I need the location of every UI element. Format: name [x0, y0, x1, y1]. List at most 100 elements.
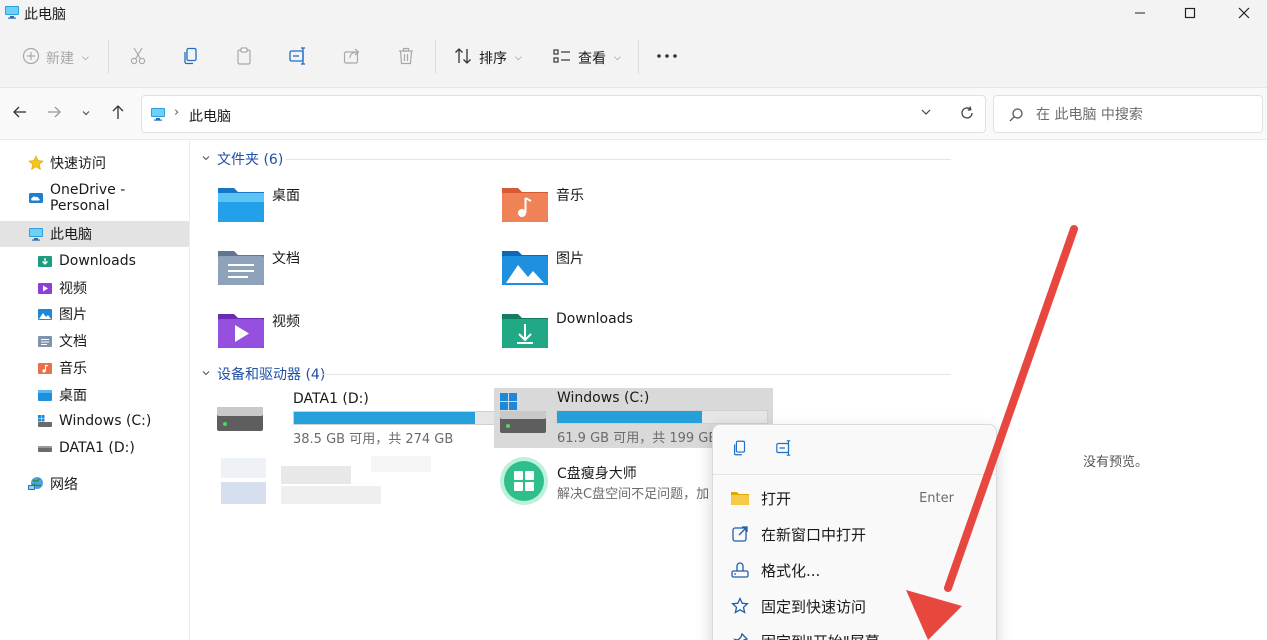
- menu-item-label: 固定到快速访问: [761, 597, 867, 616]
- music-icon: [36, 360, 54, 376]
- back-button[interactable]: [8, 102, 32, 126]
- menu-item-pin-quick-access[interactable]: 固定到快速访问: [713, 589, 996, 623]
- maximize-button[interactable]: [1167, 0, 1213, 26]
- delete-button[interactable]: [396, 45, 416, 71]
- sidebar-item-downloads[interactable]: Downloads: [0, 248, 189, 274]
- pin-icon: [729, 631, 751, 640]
- this-pc-icon: [4, 4, 20, 24]
- forward-button[interactable]: [42, 102, 66, 126]
- menu-item-pin-start[interactable]: 固定到"开始"屏幕: [713, 624, 996, 640]
- downloads-folder-icon: [500, 306, 550, 356]
- search-icon: [1008, 107, 1024, 127]
- sidebar-item-network[interactable]: 网络: [0, 471, 189, 497]
- drive-tile-data1[interactable]: DATA1 (D:) 38.5 GB 可用，共 274 GB: [213, 389, 505, 447]
- rename-icon: [288, 46, 308, 70]
- pictures-icon: [36, 306, 54, 322]
- drive-size-text: 61.9 GB 可用，共 199 GB: [557, 431, 718, 446]
- chevron-down-icon: [201, 151, 211, 167]
- drives-group-header[interactable]: 设备和驱动器 (4): [201, 364, 325, 384]
- group-divider: [286, 159, 951, 160]
- folder-tile-videos[interactable]: 视频: [216, 306, 300, 362]
- menu-item-format[interactable]: 格式化...: [713, 553, 996, 587]
- breadcrumb[interactable]: 此电脑: [189, 106, 231, 126]
- preview-pane: 没有预览。: [962, 140, 1267, 640]
- copy-button[interactable]: [181, 45, 201, 71]
- chevron-right-icon: ›: [174, 105, 180, 120]
- title-bar: 此电脑: [0, 0, 1267, 26]
- minimize-button[interactable]: [1117, 0, 1163, 26]
- videos-icon: [36, 280, 54, 296]
- new-window-icon: [729, 524, 751, 544]
- cut-button[interactable]: [128, 45, 148, 71]
- sidebar-item-label: 快速访问: [50, 156, 106, 172]
- sidebar-item-videos[interactable]: 视频: [0, 275, 189, 301]
- context-menu: 打开 Enter 在新窗口中打开 格式化... 固定到快速访问 固定到"开始"屏…: [712, 424, 997, 640]
- folder-tile-music[interactable]: 音乐: [500, 180, 584, 236]
- sidebar-item-desktop[interactable]: 桌面: [0, 382, 189, 408]
- address-dropdown-chevron-icon[interactable]: [920, 106, 932, 122]
- sidebar-item-onedrive[interactable]: OneDrive - Personal: [0, 182, 189, 214]
- folder-tile-desktop[interactable]: 桌面: [216, 180, 300, 236]
- rename-icon: [775, 439, 793, 461]
- up-button[interactable]: [106, 102, 130, 126]
- folders-group-label: 文件夹 (6): [217, 152, 284, 168]
- paste-icon: [234, 46, 254, 70]
- refresh-icon[interactable]: [959, 105, 975, 125]
- no-preview-text: 没有预览。: [1083, 455, 1149, 470]
- star-icon: [27, 155, 45, 171]
- sidebar-item-label: 桌面: [59, 388, 87, 404]
- folder-label: Downloads: [556, 311, 633, 327]
- chevron-down-icon: ⌵: [82, 53, 89, 63]
- sidebar-item-pictures[interactable]: 图片: [0, 301, 189, 327]
- sort-button-label: 排序: [479, 51, 507, 67]
- more-icon: [656, 46, 678, 70]
- new-button[interactable]: 新建 ⌵: [22, 45, 89, 71]
- drive-usage-bar: [556, 410, 768, 424]
- music-folder-icon: [500, 180, 550, 230]
- view-button[interactable]: 查看 ⌵: [552, 45, 621, 71]
- address-bar[interactable]: › 此电脑: [141, 95, 986, 133]
- this-pc-icon: [150, 106, 166, 126]
- context-rename-button[interactable]: [771, 438, 797, 462]
- menu-item-open[interactable]: 打开 Enter: [713, 481, 996, 515]
- folder-tile-downloads[interactable]: Downloads: [500, 306, 633, 362]
- folder-tile-documents[interactable]: 文档: [216, 243, 300, 299]
- folders-group-header[interactable]: 文件夹 (6): [201, 149, 283, 169]
- more-options-button[interactable]: [656, 45, 678, 71]
- copy-icon: [731, 439, 749, 461]
- sidebar-item-documents[interactable]: 文档: [0, 328, 189, 354]
- search-input[interactable]: [1036, 105, 1246, 125]
- app-description: 解决C盘空间不足问题，加: [557, 487, 710, 502]
- documents-folder-icon: [216, 243, 266, 293]
- recent-locations-button[interactable]: [74, 102, 98, 126]
- drive-usage-fill: [294, 412, 475, 424]
- folder-tile-pictures[interactable]: 图片: [500, 243, 584, 299]
- menu-item-open-new-window[interactable]: 在新窗口中打开: [713, 517, 996, 551]
- cloud-icon: [27, 190, 45, 206]
- drive-icon: [36, 413, 54, 429]
- drive-usage-bar: [293, 411, 505, 425]
- context-copy-button[interactable]: [727, 438, 753, 462]
- sort-button[interactable]: 排序 ⌵: [453, 45, 522, 71]
- computer-icon: [27, 226, 45, 242]
- search-box[interactable]: [993, 95, 1263, 133]
- window-title: 此电脑: [24, 7, 66, 23]
- hard-drive-icon: [215, 403, 265, 437]
- blurred-item: [221, 456, 431, 508]
- desktop-icon: [36, 387, 54, 403]
- drive-name: Windows (C:): [557, 390, 650, 406]
- rename-button[interactable]: [288, 45, 308, 71]
- paste-button[interactable]: [234, 45, 254, 71]
- close-button[interactable]: [1221, 0, 1267, 26]
- sidebar-item-windows-c[interactable]: Windows (C:): [0, 408, 189, 434]
- pictures-folder-icon: [500, 243, 550, 293]
- share-button[interactable]: [342, 45, 362, 71]
- sidebar-item-music[interactable]: 音乐: [0, 355, 189, 381]
- folder-label: 桌面: [272, 188, 300, 204]
- menu-item-shortcut: Enter: [919, 490, 954, 506]
- sidebar-item-this-pc[interactable]: 此电脑: [0, 221, 189, 247]
- menu-item-label: 在新窗口中打开: [761, 525, 867, 544]
- sidebar-item-quick-access[interactable]: 快速访问: [0, 150, 189, 176]
- format-icon: [729, 560, 751, 580]
- sidebar-item-data1-d[interactable]: DATA1 (D:): [0, 435, 189, 461]
